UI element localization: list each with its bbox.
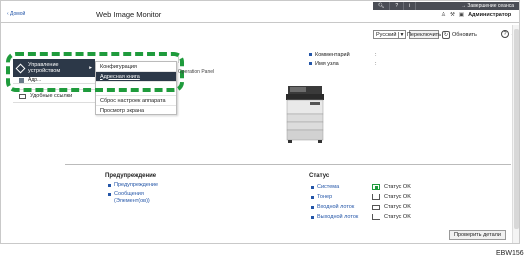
warning-link[interactable]: Предупреждение <box>108 182 158 188</box>
logout-label: Завершение сеанса <box>467 3 514 9</box>
bullet-icon <box>311 195 314 199</box>
toner-icon <box>372 194 380 200</box>
chevron-down-icon: ▼ <box>398 31 405 38</box>
user-area: ♙ ⚒ ▣ Администратор <box>441 12 511 18</box>
bullet-icon <box>108 192 111 196</box>
refresh-button[interactable]: ↻ Обновить <box>442 30 477 39</box>
scrollbar-thumb[interactable] <box>514 29 519 229</box>
bullet-icon <box>311 215 314 219</box>
browser-frame: 🔍︎ ? i → Завершение сеанса ‹ Домой Web I… <box>0 0 520 244</box>
help-circle-icon[interactable]: ? <box>501 30 509 38</box>
figure-code: EBW156 <box>496 250 524 257</box>
page-title: Web Image Monitor <box>96 10 162 19</box>
user-icon: ♙ <box>441 12 446 18</box>
nav-item-label: Удобные ссылки <box>30 93 73 99</box>
printer-image <box>286 86 324 143</box>
section-divider <box>65 164 511 165</box>
info-row: Комментарий : <box>309 50 377 59</box>
status-list: Система Статус OK Тонер Статус OK Входно… <box>311 182 411 222</box>
top-toolbar: 🔍︎ ? i → Завершение сеанса <box>373 2 519 10</box>
link-icon <box>19 93 26 99</box>
logout-button[interactable]: → Завершение сеанса <box>456 2 519 10</box>
settings-icon[interactable]: ⚒ <box>450 12 455 18</box>
operation-panel-label: Operation Panel <box>178 69 215 75</box>
bullet-icon <box>311 185 314 189</box>
language-value: Русский <box>376 31 397 38</box>
status-row: Входной лоток Статус OK <box>311 202 411 212</box>
refresh-label: Обновить <box>452 31 477 38</box>
status-row: Тонер Статус OK <box>311 192 411 202</box>
info-row: Имя узла : <box>309 59 377 68</box>
input-tray-icon <box>372 204 380 210</box>
vertical-scrollbar[interactable] <box>512 25 519 243</box>
bullet-icon <box>309 62 312 65</box>
menu-item-reset-device[interactable]: Сброс настроек аппарата <box>96 96 176 106</box>
header-divider <box>1 22 519 23</box>
lock-icon: ▣ <box>458 12 465 18</box>
status-row: Выходной лоток Статус OK <box>311 212 411 222</box>
menu-item-screen-view[interactable]: Просмотр экрана <box>96 106 176 116</box>
refresh-icon: ↻ <box>442 30 450 39</box>
language-select[interactable]: Русский ▼ <box>373 30 406 39</box>
switch-language-button[interactable]: Переключить <box>407 30 441 39</box>
messages-link[interactable]: Сообщения (Элемент(ов)) <box>108 191 158 205</box>
info-icon[interactable]: i <box>404 2 417 10</box>
user-name: Администратор <box>468 12 512 18</box>
search-icon[interactable]: 🔍︎ <box>373 2 391 10</box>
bullet-icon <box>309 53 312 56</box>
bullet-icon <box>311 205 314 209</box>
callout-highlight <box>6 52 184 92</box>
bullet-icon <box>108 183 111 187</box>
system-status-icon <box>372 184 380 190</box>
status-heading: Статус <box>309 173 330 179</box>
status-row: Система Статус OK <box>311 182 411 192</box>
warning-list: Предупреждение Сообщения (Элемент(ов)) <box>108 182 158 208</box>
warning-heading: Предупреждение <box>105 173 157 179</box>
home-link[interactable]: ‹ Домой <box>7 11 25 17</box>
help-icon[interactable]: ? <box>390 2 405 10</box>
check-details-button[interactable]: Проверить детали <box>449 230 506 240</box>
output-tray-icon <box>372 214 380 220</box>
device-info: Комментарий : Имя узла : <box>309 50 377 68</box>
